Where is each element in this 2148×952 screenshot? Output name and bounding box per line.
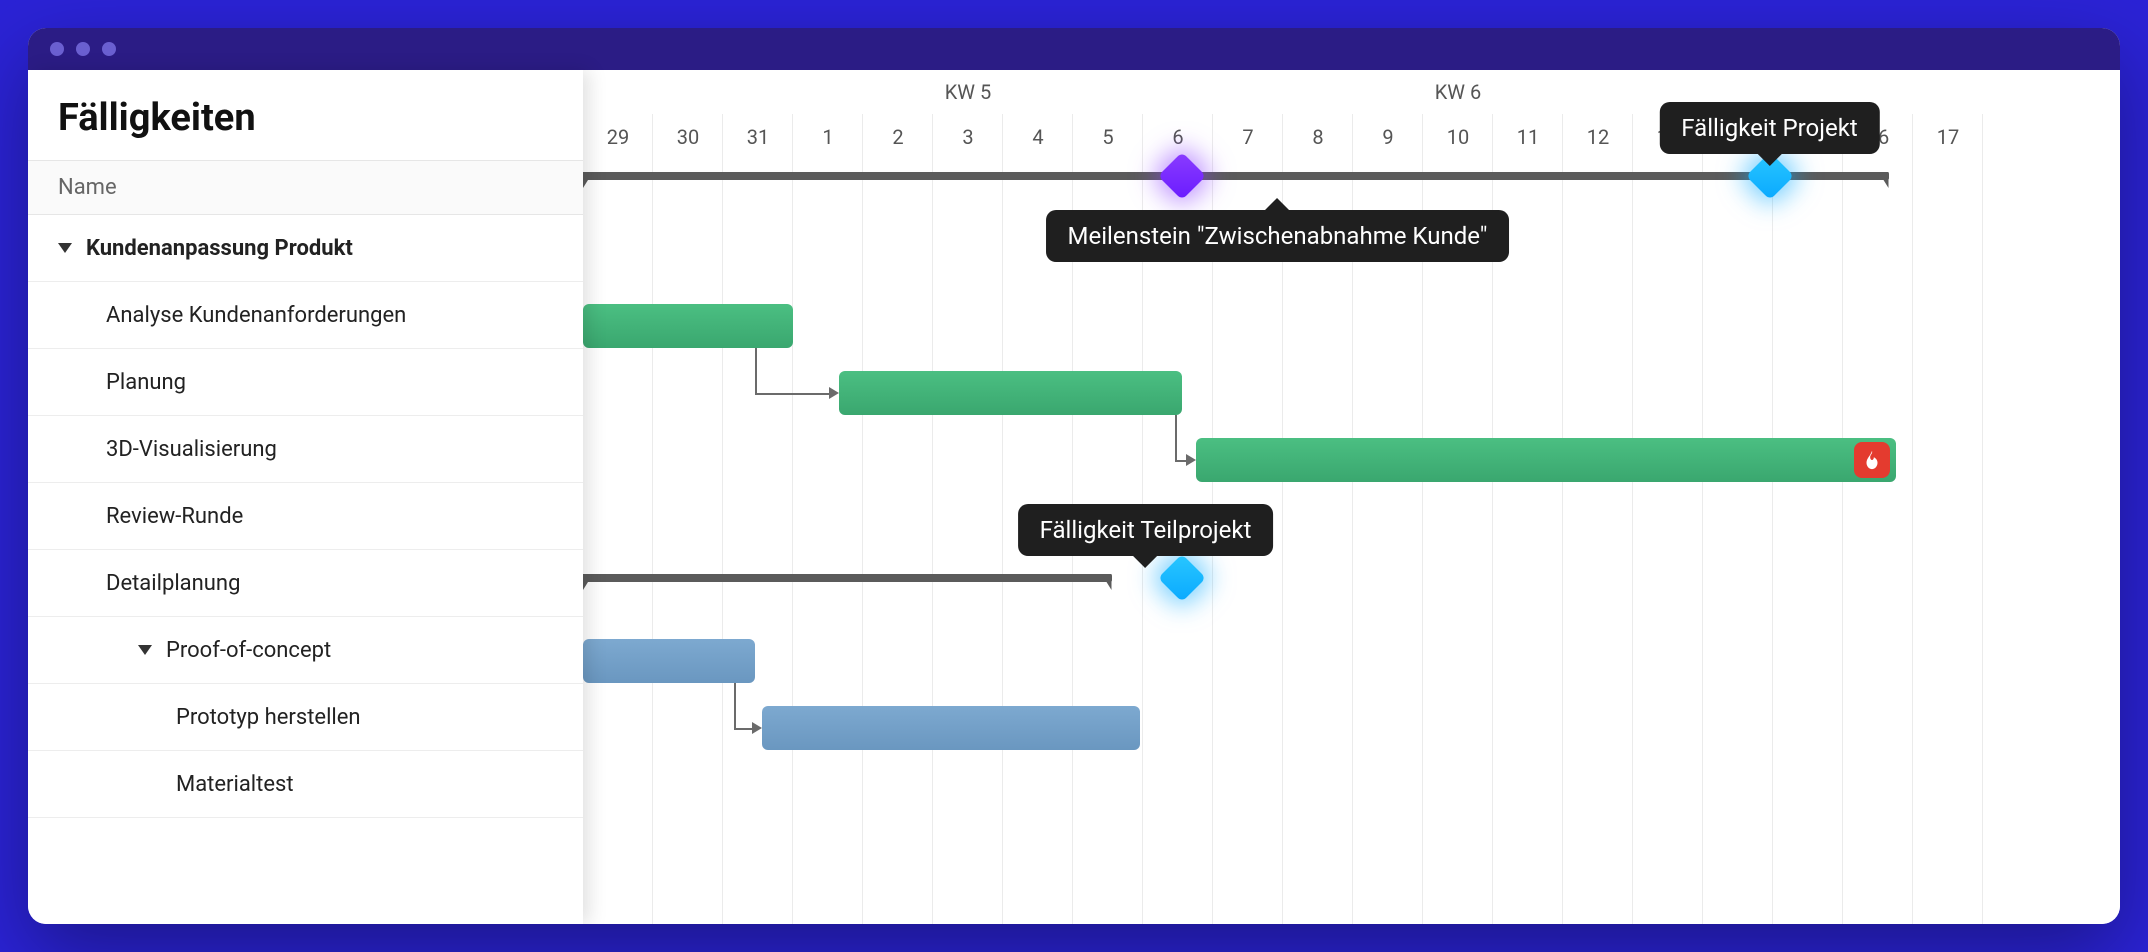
- tree-row-analyse[interactable]: Analyse Kundenanforderungen: [28, 282, 583, 349]
- day-label: 2: [863, 114, 933, 160]
- day-label: 3: [933, 114, 1003, 160]
- page-title: Fälligkeiten: [28, 70, 583, 160]
- gantt-row-planung: [583, 294, 2120, 361]
- summary-bar[interactable]: [583, 574, 1112, 582]
- day-label: 4: [1003, 114, 1073, 160]
- tree-row-label: Review-Runde: [106, 504, 243, 529]
- task-tree: Kundenanpassung Produkt Analyse Kundenanf…: [28, 215, 583, 924]
- column-header-name: Name: [28, 160, 583, 215]
- tree-row-label: Materialtest: [176, 772, 294, 797]
- gantt-rows: Meilenstein "Zwischenabnahme Kunde" Fälli…: [583, 160, 2120, 924]
- tree-row-root[interactable]: Kundenanpassung Produkt: [28, 215, 583, 282]
- gantt-row-mat: [583, 696, 2120, 763]
- traffic-max-icon[interactable]: [102, 42, 116, 56]
- day-label: 17: [1913, 114, 1983, 160]
- day-label: 8: [1283, 114, 1353, 160]
- task-bar-review[interactable]: [1196, 438, 1896, 482]
- tree-row-planung[interactable]: Planung: [28, 349, 583, 416]
- tree-row-detail[interactable]: Detailplanung: [28, 550, 583, 617]
- day-label: 5: [1073, 114, 1143, 160]
- timeline-header: KW 5KW 62930311234567891011121314151617: [583, 70, 2120, 160]
- tree-row-label: Detailplanung: [106, 571, 240, 596]
- task-bar-3d[interactable]: [839, 371, 1182, 415]
- day-label: 30: [653, 114, 723, 160]
- dependency-line: [755, 348, 757, 393]
- week-label: KW 6: [1435, 80, 1482, 104]
- tree-row-3d[interactable]: 3D-Visualisierung: [28, 416, 583, 483]
- traffic-close-icon[interactable]: [50, 42, 64, 56]
- milestone-tooltip: Meilenstein "Zwischenabnahme Kunde": [1046, 210, 1510, 262]
- tree-row-label: Planung: [106, 370, 186, 395]
- gantt-row-detail: [583, 495, 2120, 562]
- gantt-chart[interactable]: KW 5KW 62930311234567891011121314151617M…: [583, 70, 2120, 924]
- app-window: Fälligkeiten Name Kundenanpassung Produk…: [28, 28, 2120, 924]
- dependency-line: [734, 683, 736, 728]
- milestone-tooltip: Fälligkeit Teilprojekt: [1018, 504, 1274, 556]
- dependency-arrow-icon: [752, 722, 762, 734]
- dependency-arrow-icon: [1186, 454, 1196, 466]
- gantt-row-review: [583, 428, 2120, 495]
- dependency-arrow-icon: [829, 387, 839, 399]
- day-label: 1: [793, 114, 863, 160]
- day-label: 10: [1423, 114, 1493, 160]
- fire-icon: [1854, 442, 1890, 478]
- tree-row-label: Proof-of-concept: [166, 638, 331, 663]
- dependency-line: [755, 393, 831, 395]
- task-bar-planung[interactable]: [583, 304, 793, 348]
- tree-row-mat[interactable]: Materialtest: [28, 751, 583, 818]
- milestone-tooltip: Fälligkeit Projekt: [1659, 102, 1879, 154]
- caret-down-icon[interactable]: [138, 645, 152, 655]
- tree-row-label: 3D-Visualisierung: [106, 437, 277, 462]
- dependency-line: [734, 728, 754, 730]
- day-label: 31: [723, 114, 793, 160]
- task-bar-proto[interactable]: [583, 639, 755, 683]
- gantt-row-proto: [583, 629, 2120, 696]
- tree-row-review[interactable]: Review-Runde: [28, 483, 583, 550]
- tree-row-poc[interactable]: Proof-of-concept: [28, 617, 583, 684]
- tree-row-proto[interactable]: Prototyp herstellen: [28, 684, 583, 751]
- day-label: 11: [1493, 114, 1563, 160]
- day-label: 29: [583, 114, 653, 160]
- dependency-line: [1175, 415, 1177, 460]
- day-label: 12: [1563, 114, 1633, 160]
- tree-row-label: Analyse Kundenanforderungen: [106, 303, 406, 328]
- tree-row-label: Kundenanpassung Produkt: [86, 236, 353, 261]
- sidebar: Fälligkeiten Name Kundenanpassung Produk…: [28, 70, 583, 924]
- day-label: 9: [1353, 114, 1423, 160]
- summary-bar[interactable]: [583, 172, 1889, 180]
- week-label: KW 5: [945, 80, 992, 104]
- titlebar: [28, 28, 2120, 70]
- gantt-row-poc: [583, 562, 2120, 629]
- traffic-min-icon[interactable]: [76, 42, 90, 56]
- day-label: 6: [1143, 114, 1213, 160]
- task-bar-mat[interactable]: [762, 706, 1140, 750]
- tree-row-label: Prototyp herstellen: [176, 705, 361, 730]
- caret-down-icon[interactable]: [58, 243, 72, 253]
- day-label: 7: [1213, 114, 1283, 160]
